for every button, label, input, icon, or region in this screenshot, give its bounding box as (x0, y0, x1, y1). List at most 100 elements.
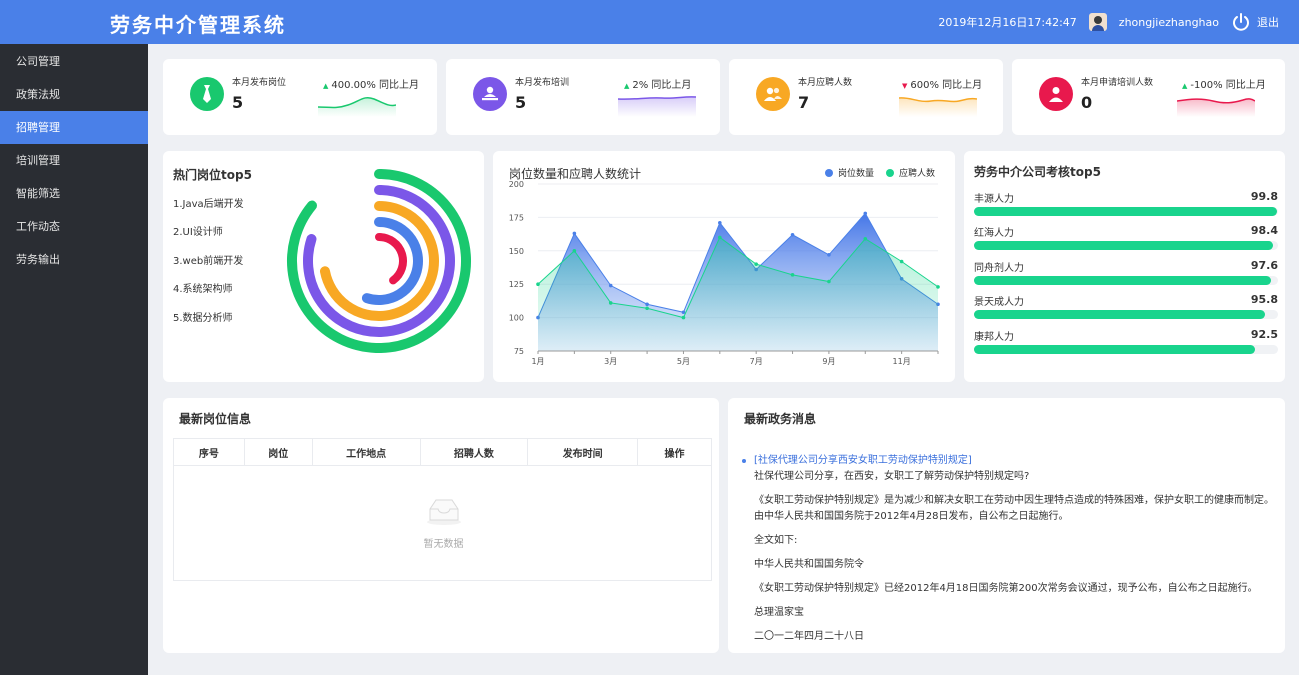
column-header[interactable]: 发布时间 (527, 438, 639, 466)
sparkline (318, 96, 396, 117)
sidebar-item-news[interactable]: 工作动态 (0, 210, 148, 243)
stat-label: 本月发布岗位 (232, 78, 287, 88)
top-header: 劳务中介管理系统 2019年12月16日17:42:47 zhongjiezha… (0, 0, 1299, 44)
stat-label: 本月发布培训 (515, 78, 570, 88)
hot-job-item: 3.web前端开发 (173, 256, 244, 267)
ranking-row: 红海人力 98.4 (974, 224, 1278, 250)
ranking-track (974, 241, 1278, 250)
sparkline (1177, 98, 1255, 117)
applicants-series-point (536, 282, 540, 286)
news-paragraph: 《女职工劳动保护特别规定》是为减少和解决女职工在劳动中因生理特点造成的特殊困难，… (754, 495, 1274, 522)
ranking-score: 95.8 (1250, 293, 1278, 306)
line-area-chart: 75 100 125 150 175 200 1月 3月 5月 7月 9月 11月 (509, 180, 940, 366)
column-header[interactable]: 岗位 (243, 438, 313, 466)
jobs-series-point (863, 211, 868, 216)
jobs-series-point (790, 232, 795, 237)
sidebar-item-labor-export[interactable]: 劳务输出 (0, 243, 148, 276)
ring-arc (375, 233, 407, 285)
table-header-row: 序号 岗位 工作地点 招聘人数 发布时间 操作 (173, 438, 712, 466)
empty-inbox-icon (427, 499, 461, 525)
applicants-series-point (790, 273, 795, 277)
avatar[interactable] (1088, 13, 1107, 31)
username[interactable]: zhongjiezhanghao (1119, 16, 1219, 29)
x-tick-label: 9月 (822, 357, 835, 366)
stat-value: 0 (1081, 93, 1093, 112)
hot-job-item: 4.系统架构师 (173, 284, 233, 295)
y-tick-label: 175 (509, 213, 524, 222)
sidebar-item-smart-filter[interactable]: 智能筛选 (0, 177, 148, 210)
sidebar-item-company[interactable]: 公司管理 (0, 45, 148, 78)
ranking-name: 康邦人力 (974, 332, 1014, 343)
ranking-score: 99.8 (1250, 190, 1278, 203)
news-paragraph: 中华人民共和国国务院令 (754, 559, 864, 570)
jobs-series-point (827, 253, 831, 257)
x-tick-label: 3月 (604, 357, 617, 366)
ranking-bar (974, 207, 1278, 216)
ranking-row: 景天成人力 95.8 (974, 293, 1278, 319)
applicants-series-point (754, 262, 758, 266)
ranking-name: 红海人力 (974, 228, 1014, 239)
app-title: 劳务中介管理系统 (110, 13, 286, 37)
y-tick-label: 100 (509, 314, 524, 323)
jobs-series-point (681, 310, 686, 315)
stats-chart-card: 岗位数量和应聘人数统计 岗位数量 应聘人数 75 100 125 150 175 200 1… (493, 151, 955, 382)
ranking-row: 丰源人力 99.8 (974, 190, 1278, 216)
stat-change: ▲ 400.00% 同比上月 (323, 76, 419, 91)
stat-change: ▲ 2% 同比上月 (624, 76, 691, 91)
ring-arc (287, 169, 471, 353)
stat-card-jobs: 本月发布岗位 5 ▲ 400.00% 同比上月 (163, 59, 437, 135)
news-paragraph: 总理温家宝 (754, 607, 804, 618)
stat-label: 本月应聘人数 (798, 78, 853, 88)
stat-value: 5 (232, 93, 244, 112)
hot-jobs-title: 热门岗位top5 (173, 168, 252, 182)
applicants-series-point (681, 315, 686, 320)
applicants-series-point (645, 306, 649, 311)
trend-up-icon: ▲ (1182, 82, 1188, 90)
column-header[interactable]: 工作地点 (311, 438, 421, 466)
y-tick-label: 75 (514, 347, 524, 356)
news-card: 最新政务消息 [社保代理公司分享西安女职工劳动保护特别规定] 社保代理公司分享，… (728, 398, 1285, 653)
x-tick-label: 7月 (750, 357, 763, 366)
ranking-track (974, 345, 1278, 354)
sidebar-item-policy[interactable]: 政策法规 (0, 78, 148, 111)
hot-job-item: 5.数据分析师 (173, 313, 233, 324)
sidebar-item-training[interactable]: 培训管理 (0, 144, 148, 177)
ranking-name: 景天成人力 (974, 297, 1024, 308)
sidebar-item-recruitment[interactable]: 招聘管理 (0, 111, 148, 144)
x-tick-label: 11月 (893, 357, 911, 366)
ranking-track (974, 310, 1278, 319)
applicants-series-point (718, 235, 722, 240)
stat-label: 本月申请培训人数 (1081, 78, 1154, 88)
column-header[interactable]: 序号 (173, 438, 245, 466)
stat-card-training-applicants: 本月申请培训人数 0 ▲ -100% 同比上月 (1012, 59, 1285, 135)
news-title: 最新政务消息 (744, 412, 817, 426)
stat-change: ▲ -100% 同比上月 (1182, 76, 1266, 91)
stat-value: 7 (798, 93, 810, 112)
y-tick-label: 200 (509, 180, 524, 189)
applicants-series-point (572, 249, 577, 253)
empty-text: 暂无数据 (423, 539, 464, 550)
hot-jobs-card: 热门岗位top5 1.Java后端开发 2.UI设计师 3.web前端开发 4.… (163, 151, 484, 382)
logout-button[interactable]: 退出 (1231, 12, 1279, 32)
news-headline-link[interactable]: [社保代理公司分享西安女职工劳动保护特别规定] (754, 455, 972, 466)
stat-change-text: -100% 同比上月 (1190, 80, 1266, 91)
latest-jobs-card: 最新岗位信息 序号 岗位 工作地点 招聘人数 发布时间 操作 暂无数据 (163, 398, 719, 653)
ranking-score: 97.6 (1250, 259, 1278, 272)
sparkline (899, 97, 977, 117)
trend-down-icon: ▼ (902, 82, 908, 90)
jobs-series-point (572, 231, 577, 236)
ranking-bar (974, 345, 1256, 354)
column-header[interactable]: 招聘人数 (419, 438, 529, 466)
jobs-series-point (645, 302, 649, 307)
ranking-bar (974, 276, 1271, 285)
hot-job-item: 2.UI设计师 (173, 227, 223, 238)
trainer-icon (473, 77, 507, 111)
column-header[interactable]: 操作 (637, 438, 712, 466)
datetime: 2019年12月16日17:42:47 (938, 16, 1077, 29)
stat-change-text: 2% 同比上月 (632, 80, 692, 91)
ranking-track (974, 207, 1278, 216)
user-icon (1039, 77, 1073, 111)
news-paragraph: 全文如下: (754, 535, 798, 546)
stat-change: ▼ 600% 同比上月 (902, 76, 982, 91)
table-empty-state: 暂无数据 (173, 465, 712, 581)
